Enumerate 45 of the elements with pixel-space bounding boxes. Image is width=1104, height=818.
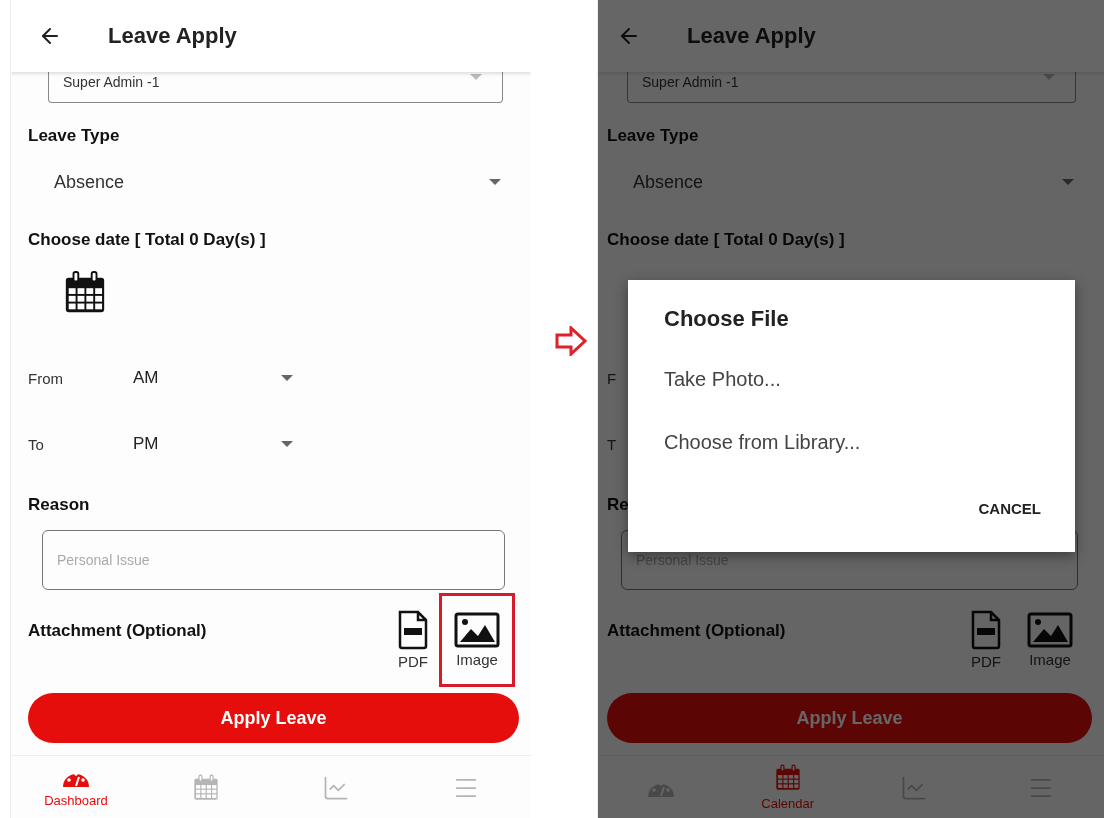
field-label: Attachment (Optional) xyxy=(28,621,207,641)
field-label: Reason xyxy=(28,494,90,516)
image-icon xyxy=(1027,612,1073,648)
pdf-file-icon xyxy=(397,610,429,650)
caret-icon xyxy=(470,74,482,80)
nav-tab[interactable]: Calendar xyxy=(724,756,851,818)
field-label: To xyxy=(28,435,45,453)
field-label: Leave Type xyxy=(28,125,120,147)
field-label: T xyxy=(607,435,617,453)
caret-icon xyxy=(1062,179,1074,185)
field-label: From xyxy=(28,369,64,387)
from-dropdown[interactable]: AM xyxy=(133,368,281,388)
field-label: Re xyxy=(607,494,629,516)
pdf-attach-button[interactable]: PDF xyxy=(389,593,437,687)
employee-select[interactable]: Super Admin -1 xyxy=(627,72,1076,103)
screen-title: Leave Apply xyxy=(687,23,816,49)
caret-icon xyxy=(1043,74,1055,80)
image-attach-button[interactable]: Image xyxy=(1012,593,1088,687)
calendar-icon xyxy=(773,764,802,792)
caret-icon xyxy=(281,441,293,447)
leave-type-dropdown[interactable]: Absence xyxy=(607,163,1092,201)
pdf-file-icon xyxy=(970,610,1002,650)
image-icon xyxy=(454,612,500,648)
apply-leave-button[interactable]: Apply Leave xyxy=(28,693,519,743)
field-label: F xyxy=(607,369,617,387)
screen-title: Leave Apply xyxy=(108,23,237,49)
field-label: Choose date [ Total 0 Day(s) ] xyxy=(607,229,845,251)
field-label: Attachment (Optional) xyxy=(607,621,786,641)
image-attach-button[interactable]: Image xyxy=(439,593,515,687)
leave-type-dropdown[interactable]: Absence xyxy=(28,163,519,201)
employee-select[interactable]: Super Admin -1 xyxy=(48,72,503,103)
nav-tab[interactable]: Dashboard xyxy=(11,756,141,818)
pdf-attach-button[interactable]: PDF xyxy=(962,593,1010,687)
caret-icon xyxy=(489,179,501,185)
dialog-option[interactable]: Choose from Library... xyxy=(664,431,861,454)
field-label: Leave Type xyxy=(607,125,699,147)
dialog-title: Choose File xyxy=(664,306,790,332)
calendar-icon xyxy=(192,773,220,802)
to-dropdown[interactable]: PM xyxy=(133,434,281,454)
dialog-option[interactable]: Take Photo... xyxy=(664,368,781,391)
apply-leave-button[interactable]: Apply Leave xyxy=(607,693,1092,743)
right-arrow-icon xyxy=(555,326,587,356)
field-label: Choose date [ Total 0 Day(s) ] xyxy=(28,229,266,251)
caret-icon xyxy=(281,375,293,381)
cancel-button[interactable]: CANCEL xyxy=(978,500,1041,517)
